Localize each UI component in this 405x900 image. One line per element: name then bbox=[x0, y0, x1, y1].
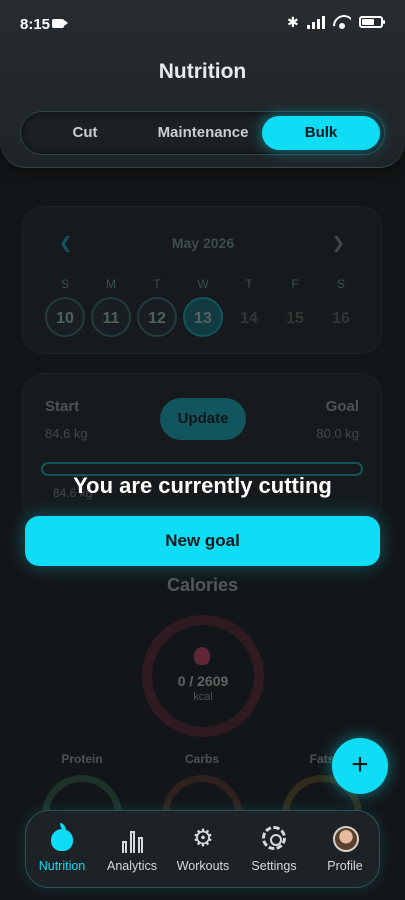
wifi-icon bbox=[333, 15, 351, 29]
flame-icon bbox=[194, 647, 210, 665]
goal-label: Goal bbox=[325, 398, 359, 415]
day-number: 15 bbox=[286, 310, 304, 327]
calories-ring: 0 / 2609 kcal bbox=[142, 615, 264, 737]
cutting-message: You are currently cutting bbox=[73, 473, 332, 498]
nav-label: Profile bbox=[327, 859, 363, 873]
workout-icon: ⚙ bbox=[192, 825, 214, 852]
status-icons: ✱ bbox=[287, 14, 385, 30]
nav-item-nutrition[interactable]: Nutrition bbox=[26, 823, 98, 873]
nav-label: Nutrition bbox=[38, 859, 86, 873]
nav-label: Settings bbox=[251, 859, 297, 873]
day-letter: S bbox=[60, 277, 69, 291]
page-title: Nutrition bbox=[158, 60, 247, 83]
apple-icon bbox=[46, 823, 78, 855]
start-label: Start bbox=[45, 398, 80, 415]
start-value: 84.6 kg bbox=[45, 426, 88, 441]
segment-bulk[interactable]: Bulk bbox=[262, 116, 380, 150]
header: 8:15 ✱ Nutrition Cut Maintenance Bulk bbox=[0, 0, 405, 168]
nav-item-analytics[interactable]: Analytics bbox=[96, 823, 168, 873]
day-letter: M bbox=[106, 277, 116, 291]
carbs-label: Carbs bbox=[184, 752, 219, 766]
day-letter: S bbox=[336, 277, 345, 291]
battery-icon bbox=[359, 16, 385, 28]
calendar-day[interactable]: M 11 bbox=[91, 277, 131, 337]
day-number: 14 bbox=[240, 310, 258, 327]
calendar-day[interactable]: T 14 bbox=[229, 277, 269, 337]
weight-goal-card: Start 84.6 kg Update Goal 80.0 kg 84.6 k… bbox=[22, 373, 382, 523]
calendar-day[interactable]: S 10 bbox=[45, 277, 85, 337]
bottom-nav: Nutrition Analytics ⚙ Workouts Settings … bbox=[25, 810, 380, 888]
chevron-right-icon[interactable]: ❯ bbox=[332, 233, 345, 253]
day-number: 11 bbox=[91, 297, 131, 337]
protein-label: Protein bbox=[61, 752, 103, 766]
goal-mode-selector: Cut Maintenance Bulk bbox=[20, 111, 385, 155]
segment-cut[interactable]: Cut bbox=[35, 112, 135, 154]
calories-title: Calories bbox=[166, 575, 239, 595]
signal-icon bbox=[307, 15, 325, 29]
avatar bbox=[329, 823, 361, 855]
day-number: 16 bbox=[332, 310, 350, 327]
add-button[interactable]: + bbox=[332, 738, 388, 794]
nav-item-profile[interactable]: Profile bbox=[309, 823, 381, 873]
status-bar: 8:15 ✱ bbox=[0, 0, 405, 48]
day-number: 13 bbox=[183, 297, 223, 337]
calendar-day[interactable]: F 15 bbox=[275, 277, 315, 337]
calendar-day[interactable]: W 13 bbox=[183, 277, 223, 337]
video-camera-icon bbox=[52, 19, 68, 28]
day-number: 10 bbox=[45, 297, 85, 337]
goal-value: 80.0 kg bbox=[316, 426, 359, 441]
segment-maintenance[interactable]: Maintenance bbox=[153, 112, 253, 154]
nav-item-workouts[interactable]: ⚙ Workouts bbox=[167, 823, 239, 873]
nav-label: Analytics bbox=[106, 859, 158, 873]
day-letter: W bbox=[197, 277, 209, 291]
calendar-card: ❮ May 2026 ❯ S 10 M 11 T 12 W 13 T 14 F … bbox=[22, 206, 382, 354]
status-time: 8:15 bbox=[20, 16, 51, 33]
calendar-day[interactable]: T 12 bbox=[137, 277, 177, 337]
day-number: 12 bbox=[137, 297, 177, 337]
bar-chart-icon bbox=[116, 823, 148, 855]
calendar-day[interactable]: S 16 bbox=[321, 277, 361, 337]
update-button[interactable]: Update bbox=[160, 398, 246, 440]
day-letter: F bbox=[291, 277, 299, 291]
bluetooth-icon: ✱ bbox=[287, 14, 299, 30]
calendar-month[interactable]: May 2026 bbox=[23, 235, 383, 251]
day-letter: T bbox=[245, 277, 253, 291]
nav-item-settings[interactable]: Settings bbox=[238, 823, 310, 873]
calories-value: 0 / 2609 bbox=[177, 673, 229, 689]
nav-label: Workouts bbox=[176, 859, 230, 873]
gear-icon bbox=[258, 823, 290, 855]
calories-unit: kcal bbox=[193, 691, 213, 703]
day-letter: T bbox=[153, 277, 161, 291]
new-goal-button[interactable]: New goal bbox=[25, 516, 380, 566]
